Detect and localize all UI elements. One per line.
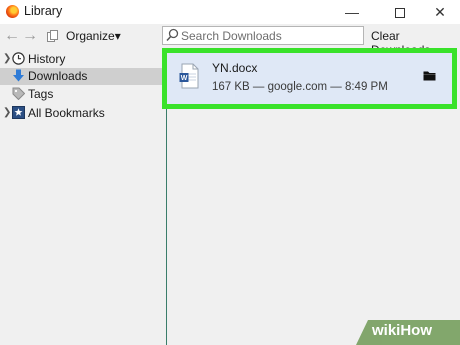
file-name: YN.docx — [212, 61, 258, 75]
expand-twisty-icon[interactable]: ❯ — [3, 53, 11, 64]
file-meta: 167 KB — google.com — 8:49 PM — [212, 81, 388, 93]
sidebar-item-history[interactable]: ❯ History — [0, 51, 166, 68]
bookmarks-star-icon — [12, 106, 25, 119]
search-placeholder: Search Downloads — [181, 29, 282, 43]
maximize-button[interactable] — [385, 2, 415, 22]
forward-arrow-icon[interactable]: → — [22, 27, 38, 45]
minimize-button[interactable]: — — [337, 2, 367, 22]
window-title: Library — [24, 4, 63, 18]
sidebar: ❯ History Downloads Tags ❯ All Bookmarks — [0, 48, 166, 345]
organize-icon — [47, 30, 58, 42]
maximize-icon — [395, 8, 405, 19]
clock-icon — [12, 52, 25, 65]
tag-icon — [12, 87, 25, 100]
sidebar-item-label: Downloads — [28, 69, 88, 83]
download-item[interactable]: W YN.docx 167 KB — google.com — 8:49 PM — [162, 48, 457, 109]
toolbar: ← → Organize▾ Search Downloads Clear Dow… — [0, 24, 460, 57]
sidebar-item-label: Tags — [28, 87, 54, 101]
organize-label: Organize — [66, 29, 115, 43]
download-arrow-icon — [13, 69, 24, 82]
sidebar-item-label: All Bookmarks — [28, 106, 105, 120]
back-arrow-icon[interactable]: ← — [4, 27, 20, 45]
search-icon — [166, 28, 179, 42]
organize-menu-button[interactable]: Organize▾ — [66, 29, 121, 43]
close-button[interactable]: ✕ — [425, 2, 455, 22]
title-bar: Library — ✕ — [0, 0, 460, 24]
sidebar-item-downloads[interactable]: Downloads — [0, 68, 166, 85]
sidebar-item-tags[interactable]: Tags — [0, 86, 166, 103]
sidebar-item-label: History — [28, 52, 66, 66]
svg-text:W: W — [181, 75, 188, 82]
expand-twisty-icon[interactable]: ❯ — [3, 107, 11, 118]
search-input[interactable]: Search Downloads — [162, 26, 364, 45]
folder-icon[interactable] — [423, 70, 436, 81]
downloads-list: W YN.docx 167 KB — google.com — 8:49 PM — [162, 48, 460, 345]
firefox-icon — [6, 5, 19, 18]
watermark-logo: wikiHow — [372, 322, 433, 339]
word-document-icon: W — [179, 63, 199, 89]
sidebar-item-all-bookmarks[interactable]: ❯ All Bookmarks — [0, 105, 166, 122]
